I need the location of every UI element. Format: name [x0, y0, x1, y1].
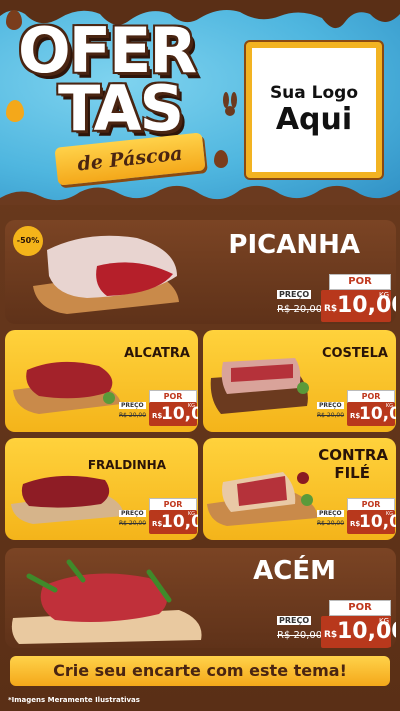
new-price: R$ 10,00 KG [321, 616, 396, 648]
product-card-fraldinha[interactable]: FRALDINHA POR PREÇO R$ 20,00 R$ 10,00 KG [5, 438, 198, 540]
logo-text-line-1: Sua Logo [269, 83, 359, 103]
picanha-meat-image [33, 235, 179, 314]
preco-label: PREÇO [317, 402, 344, 409]
product-card-picanha[interactable]: -50% PICANHA POR PREÇO R$ 20,00 R$ 10,00… [5, 220, 396, 324]
product-name: ACÉM [253, 556, 336, 586]
cta-text: Crie seu encarte com este tema! [53, 661, 347, 680]
contra-file-meat-image [207, 472, 318, 526]
logo-text-line-2: Aqui [275, 102, 353, 137]
old-price: R$ 20,00 [119, 412, 147, 419]
product-name: PICANHA [228, 230, 360, 260]
unit-label: KG [187, 403, 195, 409]
unit-label: KG [378, 291, 389, 299]
new-price: R$ 10,00 KG [149, 510, 198, 534]
header-banner: OFER TAS de Páscoa Sua Logo Aqui [0, 0, 400, 205]
preco-label: PREÇO [317, 510, 344, 517]
preco-label: PREÇO [119, 402, 146, 409]
currency-label: R$ [324, 304, 338, 314]
product-name: FRALDINHA [87, 458, 166, 472]
por-label: POR [329, 274, 391, 290]
new-price: R$ 10,00 KG [347, 402, 396, 426]
new-price: R$ 10,00 KG [321, 290, 396, 322]
old-price: R$ 20,00 [317, 520, 345, 527]
old-price: R$ 20,00 [119, 520, 147, 527]
chocolate-drip-bottom [0, 185, 400, 205]
unit-label: KG [385, 511, 393, 517]
price-tag: POR PREÇO R$ 20,00 R$ 10,00 KG [277, 600, 396, 648]
product-name-line-2: FILÉ [334, 464, 370, 482]
disclaimer-text: *Imagens Meramente Ilustrativas [8, 696, 140, 704]
bunny-icon [223, 92, 237, 116]
product-name-line-1: CONTRA [318, 446, 388, 464]
cta-banner[interactable]: Crie seu encarte com este tema! [10, 656, 390, 686]
por-label: POR [329, 600, 391, 616]
price-tag: POR PREÇO R$ 20,00 R$ 10,00 KG [119, 390, 198, 428]
headline-line-2: TAS [58, 72, 184, 145]
price-tag: POR PREÇO R$ 20,00 R$ 10,00 KG [317, 390, 396, 428]
product-name: ALCATRA [124, 346, 190, 361]
preco-label: PREÇO [277, 616, 312, 625]
product-card-costela[interactable]: COSTELA POR PREÇO R$ 20,00 R$ 10,00 KG [203, 330, 396, 432]
price-tag: POR PREÇO R$ 20,00 R$ 10,00 KG [317, 498, 396, 536]
product-card-acem[interactable]: ACÉM POR PREÇO R$ 20,00 R$ 10,00 KG [5, 548, 396, 648]
preco-label: PREÇO [119, 510, 146, 517]
acem-meat-image [11, 559, 202, 644]
easter-egg-decoration [214, 150, 228, 168]
unit-label: KG [385, 403, 393, 409]
new-price: R$ 10,00 KG [347, 510, 396, 534]
logo-placeholder: Sua Logo Aqui [246, 42, 382, 178]
currency-label: R$ [324, 630, 338, 640]
unit-label: KG [187, 511, 195, 517]
old-price: R$ 20,00 [277, 630, 323, 641]
preco-label: PREÇO [277, 290, 312, 299]
unit-label: KG [378, 617, 389, 625]
easter-egg-decoration [6, 100, 24, 122]
price-tag: POR PREÇO R$ 20,00 R$ 10,00 KG [119, 498, 198, 536]
product-name: COSTELA [321, 346, 388, 361]
fraldinha-meat-image [11, 475, 124, 524]
costela-meat-image [210, 358, 309, 414]
product-card-contra-file[interactable]: CONTRA FILÉ POR PREÇO R$ 20,00 R$ 10,00 … [203, 438, 396, 540]
old-price: R$ 20,00 [277, 304, 323, 315]
new-price: R$ 10,00 KG [149, 402, 198, 426]
flyer-page: OFER TAS de Páscoa Sua Logo Aqui -50% PI… [0, 0, 400, 711]
alcatra-meat-image [13, 361, 121, 414]
price-tag: POR PREÇO R$ 20,00 R$ 10,00 KG [277, 274, 396, 324]
old-price: R$ 20,00 [317, 412, 345, 419]
product-card-alcatra[interactable]: ALCATRA POR PREÇO R$ 20,00 R$ 10,00 KG [5, 330, 198, 432]
